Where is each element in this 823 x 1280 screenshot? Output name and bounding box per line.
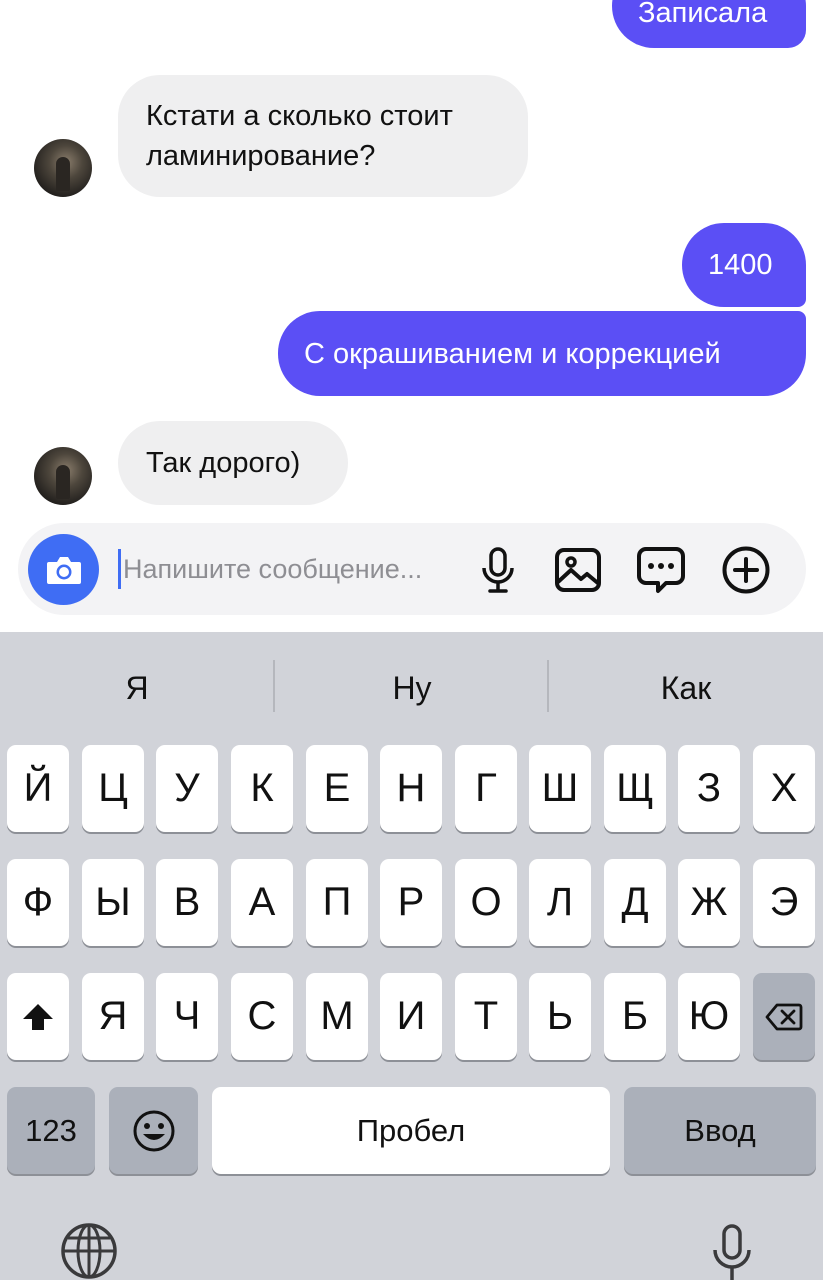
key[interactable]: Л [529, 859, 591, 946]
suggestion-bar: Я Ну Как [0, 632, 823, 740]
image-icon [555, 548, 601, 592]
shift-icon [23, 1003, 53, 1030]
suggestion-1[interactable]: Я [0, 662, 274, 714]
dictation-mic-icon [713, 1224, 751, 1280]
microphone-icon [482, 547, 514, 593]
avatar[interactable] [34, 447, 92, 505]
key[interactable]: Я [82, 973, 144, 1060]
message-text: 1400 [708, 249, 773, 281]
key[interactable]: С [231, 973, 293, 1060]
key[interactable]: У [156, 745, 218, 832]
message-outgoing[interactable]: С окрашиванием и коррекцией [278, 311, 806, 396]
numbers-key[interactable]: 123 [7, 1087, 95, 1174]
return-key[interactable]: Ввод [624, 1087, 816, 1174]
message-text: Записала [638, 0, 768, 29]
key[interactable]: А [231, 859, 293, 946]
keyboard: Я Ну Как Й Ц У К Е Н Г Ш Щ З Х Ф Ы В А П… [0, 632, 823, 1280]
key[interactable]: Ы [82, 859, 144, 946]
emoji-icon [133, 1110, 174, 1151]
message-text-line-2: ламинирование? [146, 140, 376, 172]
key[interactable]: О [455, 859, 517, 946]
key[interactable]: Й [7, 745, 69, 832]
message-incoming[interactable]: Так дорого) [118, 421, 348, 505]
key[interactable]: Е [306, 745, 368, 832]
message-incoming[interactable]: Кстати а сколько стоит ламинирование? [118, 75, 528, 197]
more-options-button[interactable] [721, 545, 771, 595]
key[interactable]: Т [455, 973, 517, 1060]
message-text: Так дорого) [146, 447, 301, 479]
message-text-line-1: Кстати а сколько стоит [146, 100, 453, 132]
suggestion-2[interactable]: Ну [275, 662, 549, 714]
key[interactable]: М [306, 973, 368, 1060]
globe-icon [61, 1223, 117, 1279]
chat-thread: Записала Кстати а сколько стоит ламиниро… [0, 0, 823, 520]
dictation-button[interactable] [706, 1224, 758, 1280]
voice-message-button[interactable] [473, 545, 523, 595]
stickers-button[interactable] [636, 545, 686, 595]
key[interactable]: Х [753, 745, 815, 832]
key[interactable]: Ж [678, 859, 740, 946]
globe-button[interactable] [58, 1222, 120, 1280]
emoji-key[interactable] [109, 1087, 198, 1174]
key[interactable]: Д [604, 859, 666, 946]
key[interactable]: Н [380, 745, 442, 832]
key[interactable]: К [231, 745, 293, 832]
backspace-key[interactable] [753, 973, 815, 1060]
plus-circle-icon [722, 546, 770, 594]
key[interactable]: П [306, 859, 368, 946]
camera-button[interactable] [28, 534, 99, 605]
message-text: С окрашиванием и коррекцией [304, 337, 721, 370]
shift-key[interactable] [7, 973, 69, 1060]
chat-bubble-icon [637, 547, 685, 593]
message-input[interactable] [118, 549, 458, 589]
camera-icon [46, 556, 81, 584]
key[interactable]: З [678, 745, 740, 832]
key[interactable]: Э [753, 859, 815, 946]
key[interactable]: Ю [678, 973, 740, 1060]
key[interactable]: Ц [82, 745, 144, 832]
message-composer [18, 523, 806, 615]
key[interactable]: В [156, 859, 218, 946]
key[interactable]: Р [380, 859, 442, 946]
key[interactable]: Г [455, 745, 517, 832]
key[interactable]: Ф [7, 859, 69, 946]
avatar[interactable] [34, 139, 92, 197]
space-key[interactable]: Пробел [212, 1087, 610, 1174]
key[interactable]: Ь [529, 973, 591, 1060]
key[interactable]: Ш [529, 745, 591, 832]
message-outgoing[interactable]: Записала [612, 0, 806, 48]
key[interactable]: Щ [604, 745, 666, 832]
message-outgoing[interactable]: 1400 [682, 223, 806, 307]
key[interactable]: Ч [156, 973, 218, 1060]
key[interactable]: И [380, 973, 442, 1060]
key[interactable]: Б [604, 973, 666, 1060]
suggestion-3[interactable]: Как [549, 662, 823, 714]
backspace-icon [765, 1003, 803, 1030]
attach-image-button[interactable] [553, 545, 603, 595]
